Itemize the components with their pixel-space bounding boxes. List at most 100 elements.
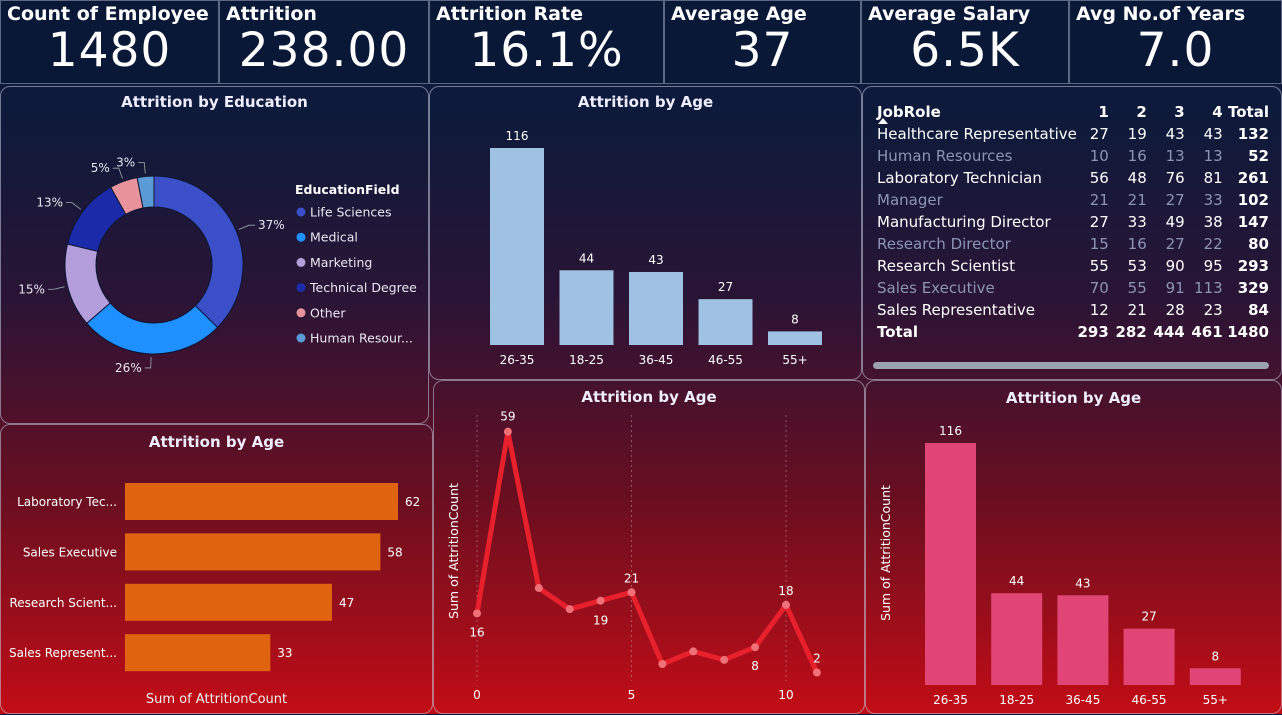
kpi-avg-years: Avg No.of Years 7.0 — [1069, 0, 1282, 84]
kpi-label: Attrition Rate — [436, 3, 583, 25]
leader-line-2 — [47, 286, 65, 290]
kpi-label: Count of Employee — [7, 3, 209, 25]
column-header-total[interactable]: Total — [1223, 101, 1269, 123]
total-cell: 84 — [1248, 301, 1269, 319]
jobrole-bar-chart[interactable]: 62 Laboratory Tec... 58 Sales Executive 47 Re… — [1, 425, 434, 715]
bar — [125, 634, 271, 672]
value-cell: 43 — [1203, 125, 1223, 143]
jobrole-cell: Sales Executive — [877, 279, 995, 297]
legend-item: Marketing — [310, 255, 372, 270]
jobrole-cell: Research Director — [877, 235, 1011, 253]
column-header-4[interactable]: 4 — [1185, 101, 1222, 123]
age-bar-chart[interactable]: 116 26-35 44 18-25 43 36-45 27 46-55 8 55+ — [430, 87, 863, 381]
column-header-2[interactable]: 2 — [1109, 101, 1146, 123]
value-cell: 27 — [1089, 125, 1109, 143]
slice-label: 37% — [258, 218, 285, 232]
data-label: 18 — [778, 584, 793, 598]
donut-slice-0 — [153, 175, 244, 329]
legend-item: Human Resour... — [310, 331, 413, 346]
category-label: 46-55 — [708, 353, 743, 367]
jobrole-cell: Total — [877, 323, 918, 341]
table-row[interactable]: Manager 21 21 27 33 102 — [877, 189, 1269, 211]
data-point — [782, 600, 790, 609]
age-bar-pink-chart[interactable]: 116 26-35 44 18-25 43 36-45 27 46-55 8 55+ Sum of … — [866, 381, 1282, 715]
bar — [490, 148, 544, 345]
jobrole-bar-card[interactable]: Attrition by Age 62 Laboratory Tec... 58 Sa… — [0, 424, 433, 714]
x-tick-label: 0 — [473, 688, 481, 702]
value-cell: 90 — [1165, 257, 1185, 275]
data-label: 16 — [469, 625, 484, 639]
education-donut-chart[interactable]: 37% 26% 15% 13% 5% 3% EducationField Life Scien… — [1, 87, 430, 425]
total-row[interactable]: Total 293 282 444 461 1480 — [877, 321, 1269, 343]
bar — [698, 299, 753, 345]
value-cell: 49 — [1165, 213, 1185, 231]
table-row[interactable]: Sales Representative 12 21 28 23 84 — [877, 299, 1269, 321]
jobrole-cell: Research Scientist — [877, 257, 1015, 275]
value-cell: 27 — [1165, 191, 1185, 209]
column-header-3[interactable]: 3 — [1147, 101, 1184, 123]
kpi-value: 238.00 — [238, 23, 410, 78]
table-row[interactable]: Manufacturing Director 27 33 49 38 147 — [877, 211, 1269, 233]
column-header-1[interactable]: 1 — [1077, 101, 1108, 123]
legend-marker-0 — [296, 207, 306, 217]
slice-label: 13% — [36, 196, 63, 210]
education-donut-card[interactable]: Attrition by Education 37% 26% 15% 13% 5% 3% E… — [0, 86, 429, 424]
table-row[interactable]: Healthcare Representative 27 19 43 43 132 — [877, 123, 1269, 145]
x-axis-title: Sum of AttritionCount — [145, 692, 288, 707]
value-cell: 461 — [1191, 323, 1223, 341]
total-cell: 1480 — [1227, 323, 1269, 341]
bar — [629, 271, 683, 345]
bar — [125, 583, 332, 621]
value-cell: 21 — [1089, 191, 1109, 209]
age-bar-pink-card[interactable]: Attrition by Age 116 26-35 44 18-25 43 36-45 2… — [865, 380, 1282, 714]
data-label: 116 — [506, 129, 529, 143]
total-cell: 147 — [1237, 213, 1269, 231]
bar — [768, 331, 822, 345]
jobrole-matrix: JobRole 1 2 3 4 Total Healthcare Represe… — [877, 101, 1269, 343]
horizontal-scrollbar[interactable] — [873, 362, 1269, 369]
category-label: 55+ — [1203, 693, 1228, 707]
kpi-value: 16.1% — [469, 23, 624, 78]
kpi-label: Attrition — [226, 3, 317, 25]
bar — [559, 270, 614, 345]
data-label: 58 — [387, 545, 402, 559]
kpi-label: Avg No.of Years — [1076, 3, 1246, 25]
column-header-jobrole[interactable]: JobRole — [877, 101, 1077, 123]
data-point — [720, 655, 729, 664]
data-label: 8 — [791, 312, 799, 326]
data-label: 116 — [939, 424, 962, 438]
value-cell: 113 — [1194, 279, 1223, 297]
value-cell: 38 — [1203, 213, 1223, 231]
bar — [1057, 595, 1109, 685]
jobrole-cell: Healthcare Representative — [877, 125, 1077, 143]
sort-arrow-icon[interactable] — [878, 118, 888, 124]
data-point — [565, 605, 574, 614]
value-cell: 293 — [1077, 323, 1109, 341]
y-axis-title: Sum of AttritionCount — [878, 485, 893, 621]
data-label: 27 — [718, 280, 733, 294]
data-point — [503, 427, 512, 436]
table-row[interactable]: Sales Executive 70 55 91 113 329 — [877, 277, 1269, 299]
data-point — [534, 584, 543, 593]
legend-title: EducationField — [295, 182, 400, 197]
age-line-chart[interactable]: 0 5 10 16 59 19 21 8 18 2 Sum of AttritionCount — [434, 381, 866, 715]
value-cell: 56 — [1089, 169, 1109, 187]
kpi-value: 1480 — [47, 23, 172, 78]
legend-marker-1 — [296, 232, 306, 242]
data-label: 43 — [1075, 576, 1090, 590]
value-cell: 91 — [1165, 279, 1185, 297]
table-row[interactable]: Research Scientist 55 53 90 95 293 — [877, 255, 1269, 277]
category-label: 26-35 — [933, 693, 968, 707]
legend-marker-3 — [296, 283, 306, 293]
age-bar-card[interactable]: Attrition by Age 116 26-35 44 18-25 43 36-45 2… — [429, 86, 862, 380]
table-row[interactable]: Laboratory Technician 56 48 76 81 261 — [877, 167, 1269, 189]
data-point — [812, 668, 821, 677]
jobrole-matrix-card[interactable]: JobRole 1 2 3 4 Total Healthcare Represe… — [862, 86, 1282, 380]
age-line-card[interactable]: Attrition by Age 0 5 10 16 59 19 21 8 18 2 Sum of … — [433, 380, 865, 714]
data-point — [627, 588, 636, 597]
table-row[interactable]: Research Director 15 16 27 22 80 — [877, 233, 1269, 255]
data-point — [658, 660, 667, 669]
leader-line-1 — [144, 356, 152, 369]
table-row[interactable]: Human Resources 10 16 13 13 52 — [877, 145, 1269, 167]
data-label: 33 — [277, 646, 292, 660]
